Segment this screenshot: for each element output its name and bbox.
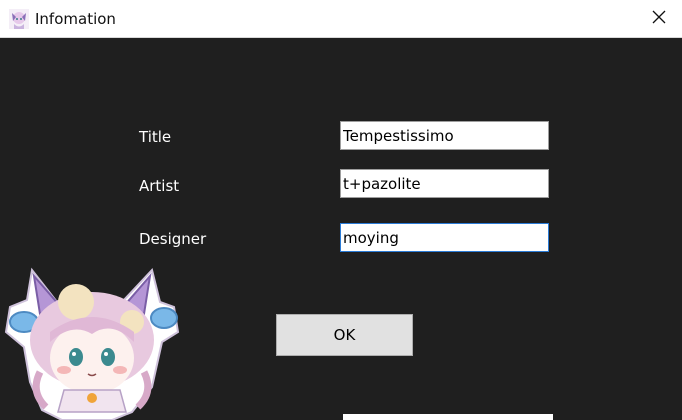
title-label: Title: [139, 128, 172, 146]
app-icon: [9, 9, 29, 29]
bottom-edge-strip: [343, 414, 553, 420]
artist-field[interactable]: [340, 169, 549, 198]
designer-label: Designer: [139, 230, 207, 248]
ok-button[interactable]: OK: [276, 314, 413, 356]
info-dialog: Infomation Title Artist Designer OK: [0, 0, 682, 420]
title-bar: Infomation: [0, 0, 682, 38]
title-field[interactable]: [340, 121, 549, 150]
artist-label: Artist: [139, 177, 180, 195]
chibi-mascot-image: [2, 262, 182, 420]
close-icon: [652, 9, 666, 28]
designer-field[interactable]: [340, 223, 549, 252]
window-title: Infomation: [35, 10, 116, 28]
close-button[interactable]: [636, 0, 682, 37]
